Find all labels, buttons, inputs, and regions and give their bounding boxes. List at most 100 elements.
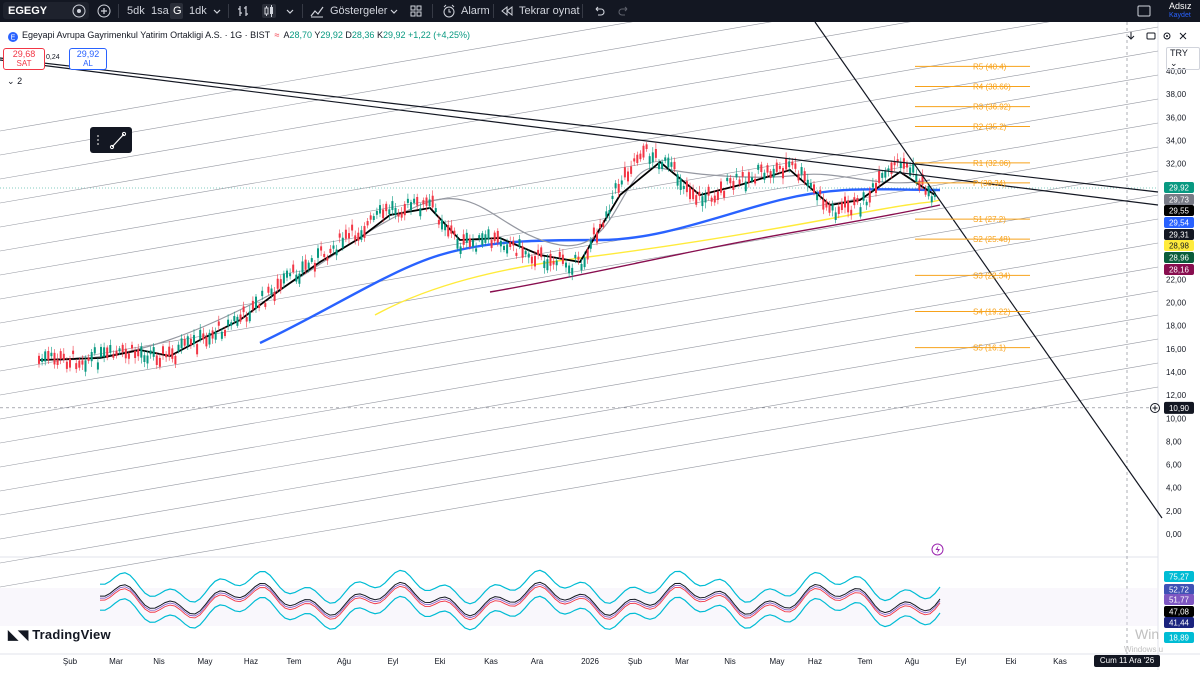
floating-drawing-toolbar[interactable] [90, 127, 132, 153]
pivot-level-label: S4 (19.22) [973, 308, 1011, 317]
candle-body [96, 362, 99, 370]
candle-body [490, 240, 493, 248]
candle-body [881, 173, 884, 178]
channel-line [0, 338, 1159, 540]
add-alert-plus-icon[interactable] [1150, 403, 1160, 413]
rsi-tag-label: 47,08 [1169, 608, 1190, 617]
alarm-button[interactable]: Alarm [461, 0, 490, 22]
indicators-button[interactable]: Göstergeler [330, 0, 387, 22]
time-axis-label: Tem [857, 657, 872, 666]
chart-area[interactable]: R5 (40.4) R4 (38.66) R3 (36.92) R2 (35.2) R1… [0, 0, 1200, 670]
candle-body [645, 144, 648, 150]
trendline-descending [814, 21, 1163, 519]
candle-body [769, 171, 772, 178]
candle-body [667, 157, 670, 168]
pivot-level-label: P (30.34) [973, 179, 1006, 188]
candle-body [710, 197, 713, 202]
candle-body [847, 200, 850, 213]
time-axis-label: Tem [286, 657, 301, 666]
candle-body [366, 221, 369, 226]
candle-body [205, 336, 208, 347]
toolbar-divider [582, 4, 583, 18]
candle-body [140, 346, 143, 358]
chevron-down-icon[interactable] [210, 4, 224, 18]
currency-selector[interactable]: TRY ⌄ [1166, 47, 1200, 70]
candle-body [741, 171, 744, 177]
price-axis-label: 14,00 [1166, 368, 1187, 377]
channel-line [0, 362, 1159, 564]
toolbar-divider [228, 4, 229, 18]
alarm-clock-icon[interactable] [442, 4, 456, 18]
interval-1dk[interactable]: 1dk [189, 0, 207, 22]
candle-body [878, 170, 881, 183]
candle-body [462, 234, 465, 245]
candle-body [391, 201, 394, 211]
candle-body [75, 363, 78, 370]
redo-icon[interactable] [617, 4, 631, 18]
sell-button[interactable]: 29,68 SAT [3, 48, 45, 70]
top-toolbar: EGEGY 5dk 1sa G 1dk Göstergeler Alarm Te… [0, 0, 1200, 22]
candle-body [862, 192, 865, 201]
candle-body [924, 190, 927, 195]
fullscreen-icon[interactable] [1137, 4, 1151, 18]
svg-text:E: E [11, 35, 16, 42]
candle-body [118, 348, 121, 352]
candle-body [537, 249, 540, 255]
symbol-logo-icon: E [8, 32, 18, 42]
time-axis-label: Ağu [337, 657, 351, 666]
eye-icon[interactable] [72, 4, 86, 18]
interval-day[interactable]: G [173, 0, 182, 22]
buy-button[interactable]: 29,92 AL [69, 48, 107, 70]
download-icon[interactable] [1126, 31, 1136, 41]
candle-body [472, 239, 474, 247]
candle-body [713, 195, 716, 203]
candle-body [177, 344, 180, 352]
replay-button[interactable]: Tekrar oynat [519, 0, 580, 22]
chevron-down-icon[interactable] [387, 4, 401, 18]
candle-body [351, 224, 354, 231]
chart-canvas[interactable]: R5 (40.4) R4 (38.66) R3 (36.92) R2 (35.2) R1… [0, 0, 1200, 670]
event-flash-icon[interactable] [931, 543, 944, 556]
replay-icon[interactable] [500, 4, 514, 18]
channel-line [0, 0, 1039, 180]
windows-watermark: Win [1135, 626, 1160, 642]
indicator-collapse-toggle[interactable]: ⌄ 2 [7, 76, 22, 87]
price-axis-label: 36,00 [1166, 113, 1187, 122]
rsi-tag-label: 52,72 [1169, 586, 1190, 595]
undo-icon[interactable] [592, 4, 606, 18]
candle-body [394, 207, 397, 215]
candle-body [568, 265, 571, 274]
candlestick-chart-icon[interactable] [262, 4, 276, 18]
candle-body [428, 199, 431, 207]
time-axis-label: Ara [531, 657, 544, 666]
add-symbol-icon[interactable] [97, 4, 111, 18]
indicators-icon[interactable] [310, 4, 324, 18]
maximize-icon[interactable] [1146, 31, 1156, 41]
trend-line-tool-icon[interactable] [90, 127, 132, 153]
candle-body [171, 348, 174, 359]
candle-body [224, 329, 226, 337]
candle-body [614, 183, 617, 189]
pivot-level-label: S2 (25.48) [973, 235, 1011, 244]
candle-body [261, 290, 264, 297]
candle-body [84, 360, 87, 372]
candle-body [90, 352, 93, 362]
chevron-down-icon[interactable] [283, 4, 297, 18]
symbol-name[interactable]: EGEGY [8, 0, 47, 22]
candle-body [245, 317, 248, 322]
pivot-level-label: R2 (35.2) [973, 123, 1007, 132]
candle-body [103, 347, 106, 357]
toolbar-divider [302, 4, 303, 18]
candle-body [456, 238, 459, 249]
candle-body [65, 361, 68, 369]
candle-body [282, 273, 285, 284]
interval-1sa[interactable]: 1sa [151, 0, 169, 22]
interval-5dk[interactable]: 5dk [127, 0, 145, 22]
settings-icon[interactable] [1162, 31, 1172, 41]
candle-body [698, 191, 701, 196]
candle-body [930, 196, 933, 203]
bar-chart-type-icon[interactable] [236, 4, 250, 18]
candle-body [475, 248, 478, 252]
layouts-grid-icon[interactable] [409, 4, 423, 18]
close-icon[interactable] [1178, 31, 1188, 41]
